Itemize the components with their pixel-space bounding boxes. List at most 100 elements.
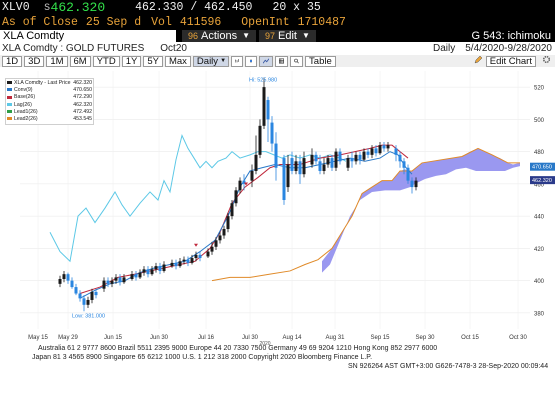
range-button-1d[interactable]: 1D (2, 55, 23, 67)
period-label: Daily (433, 43, 456, 54)
close-line: As of Close 25 Sep d Vol 411596 OpenInt … (0, 15, 555, 29)
candle-body (406, 167, 410, 181)
candle-body (110, 280, 114, 284)
candle-body (358, 154, 362, 160)
edit-menu[interactable]: 97 Edit ▼ (259, 29, 316, 42)
table-button[interactable]: Table (305, 55, 336, 67)
candle-body (106, 280, 110, 284)
low-annotation: Low: 381.000 (72, 313, 105, 319)
candle-body (78, 293, 82, 299)
oi-value: 1710487 (297, 15, 346, 29)
legend-items: Conv(9) 470.650 Base(26) 472.290 Lag(26) 462.… (7, 87, 92, 123)
legend: XLA Comdty - Last Price 462.320 Conv(9) 47… (5, 78, 94, 125)
candle-body (138, 272, 142, 278)
candle-body (70, 280, 74, 288)
candle-body (66, 274, 70, 281)
line-icon[interactable] (259, 55, 274, 67)
high-annotation: Hi: 525.980 (249, 77, 277, 83)
candle-body (218, 235, 222, 241)
candle-body (346, 158, 350, 168)
candle-body (226, 216, 230, 230)
range-buttons: 1D 3D 1M 6M YTD 1Y 5Y Max (2, 55, 193, 67)
legend-title: XLA Comdty - Last Price (14, 80, 71, 86)
candle-body (74, 287, 78, 294)
security-description: XLA Comdty : GOLD FUTURES (2, 43, 145, 54)
candle-body (326, 158, 330, 165)
x-tick-label: Sep 15 (370, 335, 390, 341)
legend-item: Base(26) 472.290 (7, 94, 92, 101)
candle-body (82, 298, 86, 305)
candle-body (290, 158, 294, 171)
range-button-5y[interactable]: 5Y (143, 55, 163, 67)
x-tick-label: May 29 (58, 335, 78, 341)
candle-body (186, 259, 190, 263)
candle-body (310, 154, 314, 165)
range-button-1m[interactable]: 1M (46, 55, 68, 67)
candle-body (410, 180, 414, 188)
chevron-down-icon: ▼ (302, 31, 310, 40)
legend-item: Conv(9) 470.650 (7, 87, 92, 94)
edit-chart-button[interactable]: Edit Chart (485, 55, 536, 67)
candle-body (122, 277, 126, 283)
oi-label: OpenInt (241, 15, 290, 29)
magnifier-icon[interactable] (290, 55, 304, 67)
security-field[interactable]: XLA Comdty (0, 29, 176, 42)
candle-body (158, 266, 162, 271)
x-tick-label: Aug 14 (282, 335, 302, 341)
bars-icon[interactable] (231, 55, 244, 67)
candle-body (314, 154, 318, 162)
candle-icon[interactable] (245, 55, 258, 67)
pencil-icon[interactable] (474, 55, 483, 67)
candle-body (274, 143, 278, 168)
candle-body (394, 148, 398, 155)
period-select[interactable]: Daily ▼ (192, 55, 230, 67)
candle-body (414, 180, 418, 188)
candle-body (402, 161, 406, 168)
candle-body (174, 262, 178, 267)
gear-icon[interactable] (542, 55, 551, 67)
candle-body (294, 161, 298, 171)
y-tick-label: 420 (534, 247, 545, 253)
candle-body (238, 180, 242, 191)
asof-date: 25 Sep d (85, 15, 142, 29)
candle-body (350, 158, 354, 162)
table-icon[interactable] (275, 55, 289, 67)
chevron-down-icon: ▼ (242, 31, 251, 40)
candle-body (230, 203, 234, 217)
candle-body (362, 151, 366, 160)
y-tick-label: 520 (534, 86, 545, 92)
range-button-1y[interactable]: 1Y (121, 55, 142, 67)
function-toolbar: XLA Comdty 96 Actions ▼ 97 Edit ▼ G 543: ich… (0, 29, 555, 42)
candle-body (262, 87, 266, 126)
range-button-ytd[interactable]: YTD (92, 55, 120, 67)
x-tick-label: Jun 30 (150, 335, 169, 341)
candle-body (370, 148, 374, 155)
legend-title-value: 462.320 (73, 80, 92, 86)
candle-body (150, 269, 154, 275)
x-tick-label: Sep 30 (415, 335, 435, 341)
last-price: 462.320 (50, 0, 106, 15)
candle-body (190, 258, 194, 263)
candle-body (270, 122, 274, 144)
candle-body (378, 145, 382, 154)
candle-body (90, 291, 94, 300)
candle-body (130, 274, 134, 280)
range-button-max[interactable]: Max (164, 55, 191, 67)
candle-body (302, 158, 306, 175)
footer-line2: Japan 81 3 4565 8900 Singapore 65 6212 1… (32, 354, 373, 361)
candle-body (146, 269, 150, 275)
legend-item: Lead1(26) 472.492 (7, 109, 92, 116)
candle-body (234, 190, 238, 204)
candle-body (94, 291, 98, 296)
range-button-6m[interactable]: 6M (69, 55, 91, 67)
x-tick-label: Oct 15 (461, 335, 479, 341)
price-tag-label: 462.320 (532, 178, 552, 184)
legend-item: Lead2(26) 453.545 (7, 116, 92, 123)
range-button-3d[interactable]: 3D (24, 55, 45, 67)
actions-menu[interactable]: 96 Actions ▼ (182, 29, 257, 42)
candle-body (210, 246, 214, 252)
candle-body (182, 259, 186, 262)
page-title: G 543: ichimoku (471, 29, 551, 42)
candle-body (206, 251, 210, 257)
candle-body (114, 277, 118, 281)
